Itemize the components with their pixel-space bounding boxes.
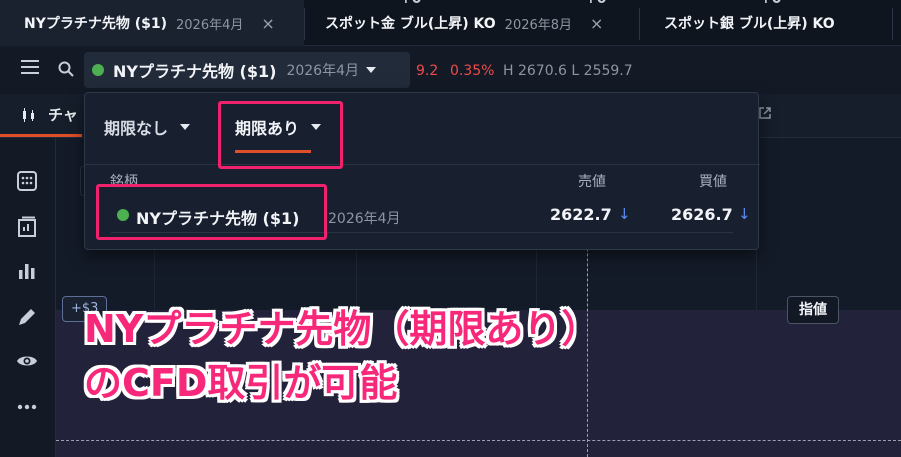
sell-price: 2622.7 — [550, 205, 612, 224]
chevron-down-icon — [180, 124, 191, 130]
arrow-down-icon: ↓ — [618, 205, 631, 223]
tab-no-expiry[interactable]: 期限なし — [104, 115, 191, 139]
symbol-selector[interactable]: NYプラチナ先物 ($1) 2026年4月 — [84, 52, 410, 88]
bar-chart-icon[interactable] — [16, 260, 38, 282]
column-header-buy: 買値 — [699, 174, 727, 190]
tab-label: スポット銀 ブル(上昇) KO — [664, 16, 835, 32]
close-icon[interactable]: × — [590, 14, 603, 33]
instrument-month: 2026年4月 — [328, 211, 401, 227]
caption-line-2: のCFD取引が可能 — [84, 361, 398, 405]
crosshair-horizontal — [56, 440, 901, 441]
pencil-icon[interactable] — [16, 306, 38, 328]
tab-month: 2026年8月 — [504, 17, 573, 33]
tab-month: 2026年4月 — [176, 17, 244, 33]
highlight-box-row — [96, 184, 327, 240]
tab-label: スポット金 ブル(上昇) KO — [325, 16, 496, 32]
highlight-box-tab — [218, 101, 343, 169]
eye-icon[interactable] — [16, 350, 38, 372]
calculator-icon[interactable] — [16, 170, 38, 192]
chevron-down-icon — [366, 67, 376, 73]
external-link-icon[interactable] — [758, 106, 772, 120]
high-low: H 2670.6 L 2559.7 — [503, 63, 633, 79]
chart-tab-label: チャ — [48, 106, 78, 124]
symbol-month: 2026年4月 — [286, 63, 359, 79]
tab-ny-platinum[interactable]: NYプラチナ先物 ($1) 2026年4月 × — [0, 0, 304, 46]
tab-spot-gold[interactable]: スポット金 ブル(上昇) KO 2026年8月 × — [305, 0, 639, 46]
tab-bar: +0 +0 +0 +0 NYプラチナ先物 ($1) 2026年4月 × スポット… — [0, 0, 901, 46]
arrow-down-icon: ↓ — [738, 205, 751, 223]
symbol-toolbar: NYプラチナ先物 ($1) 2026年4月 9.2 0.35% H 2670.6… — [0, 46, 901, 94]
caption-line-1: NYプラチナ先物（期限あり） — [84, 307, 600, 351]
tab-spot-silver[interactable]: スポット銀 ブル(上昇) KO — [640, 0, 901, 46]
tab-label: NYプラチナ先物 ($1) — [24, 16, 168, 32]
active-tab-underline — [0, 134, 82, 137]
tab-no-expiry-label: 期限なし — [104, 119, 169, 138]
column-header-sell: 売値 — [578, 174, 606, 190]
close-icon[interactable]: × — [261, 14, 274, 33]
price-change-percent: 0.35% — [450, 63, 495, 79]
tab-divider — [892, 8, 893, 40]
price-change: 9.2 — [416, 63, 439, 79]
divider — [85, 164, 760, 165]
candlestick-icon — [23, 107, 34, 122]
tab-chart[interactable]: チャ — [22, 104, 78, 125]
left-toolbar — [0, 138, 56, 457]
menu-icon[interactable] — [21, 60, 39, 74]
search-icon[interactable] — [57, 60, 75, 78]
report-icon[interactable] — [16, 216, 38, 238]
status-dot-icon — [92, 64, 104, 76]
symbol-name: NYプラチナ先物 ($1) — [113, 62, 277, 81]
buy-price: 2626.7 — [671, 205, 733, 224]
more-icon[interactable] — [16, 396, 38, 418]
